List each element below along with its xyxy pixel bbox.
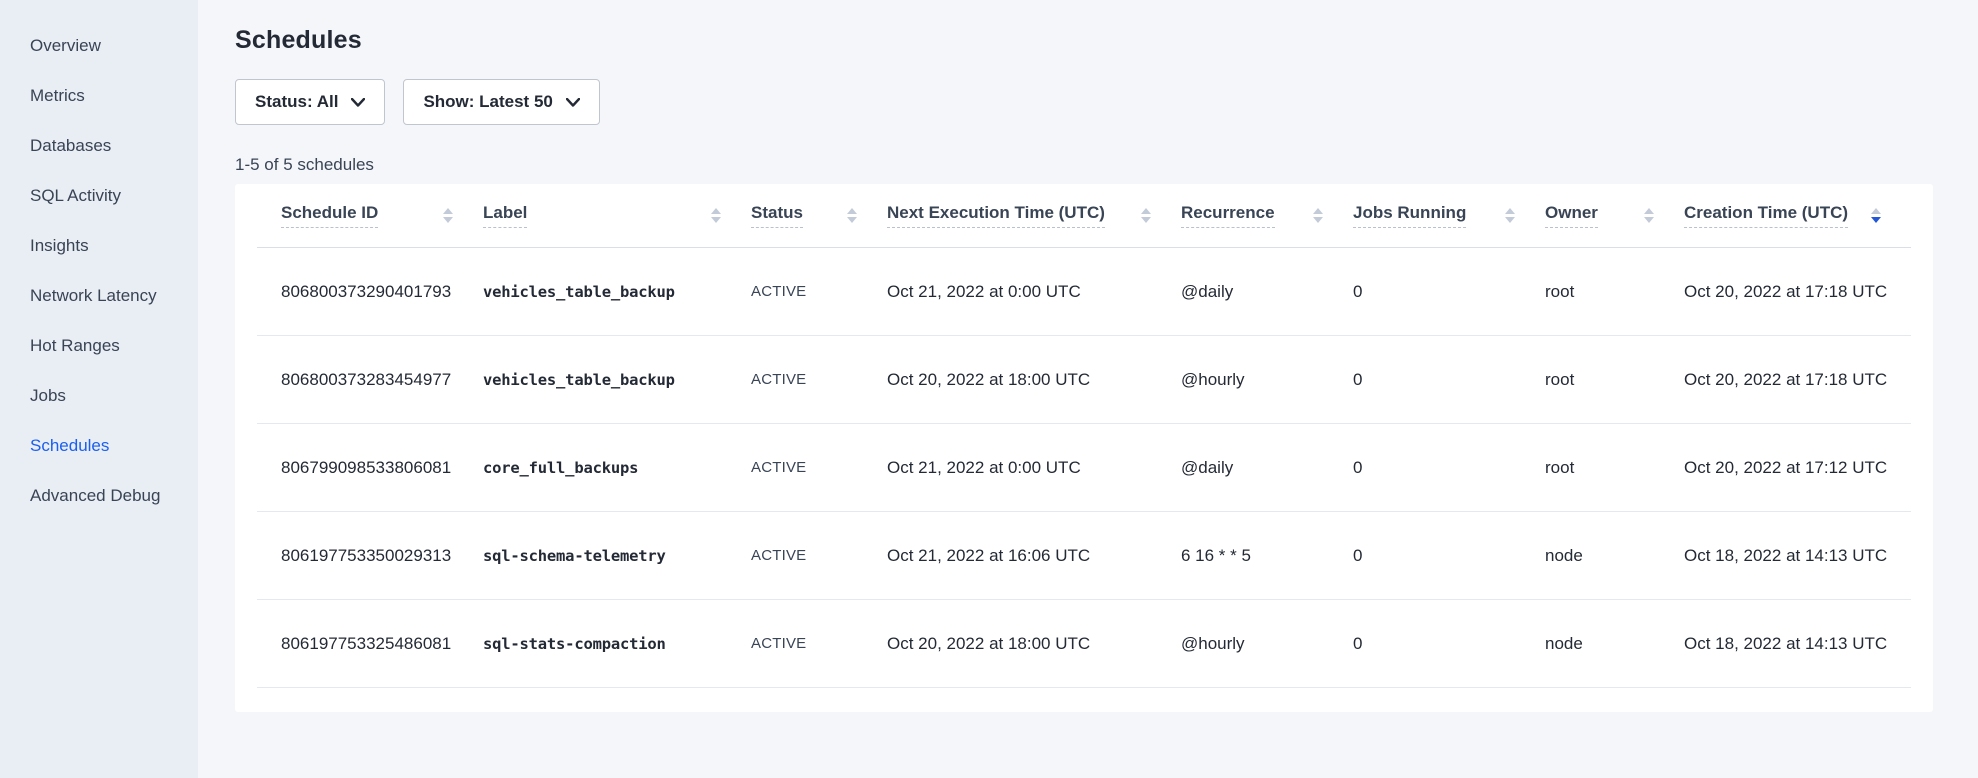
cell-owner: node xyxy=(1545,634,1684,654)
cell-creation-time: Oct 20, 2022 at 17:12 UTC xyxy=(1684,458,1911,478)
cell-next-execution: Oct 20, 2022 at 18:00 UTC xyxy=(887,634,1181,654)
cell-status: ACTIVE xyxy=(751,635,887,652)
schedules-page: OverviewMetricsDatabasesSQL ActivityInsi… xyxy=(0,0,1978,778)
column-header-label: Owner xyxy=(1545,203,1598,228)
sidebar: OverviewMetricsDatabasesSQL ActivityInsi… xyxy=(0,0,198,778)
cell-owner: root xyxy=(1545,282,1684,302)
cell-creation-time: Oct 20, 2022 at 17:18 UTC xyxy=(1684,282,1911,302)
column-header-label: Next Execution Time (UTC) xyxy=(887,203,1105,228)
cell-recurrence: 6 16 * * 5 xyxy=(1181,546,1353,566)
sidebar-item-hot-ranges[interactable]: Hot Ranges xyxy=(0,321,198,371)
filter-bar: Status: All Show: Latest 50 xyxy=(235,79,1934,125)
cell-recurrence: @daily xyxy=(1181,458,1353,478)
cell-schedule-id: 806197753325486081 xyxy=(257,634,483,654)
column-header-recurrence[interactable]: Recurrence xyxy=(1181,203,1353,228)
cell-recurrence: @hourly xyxy=(1181,634,1353,654)
cell-schedule-id: 806197753350029313 xyxy=(257,546,483,566)
cell-next-execution: Oct 21, 2022 at 0:00 UTC xyxy=(887,282,1181,302)
page-title: Schedules xyxy=(235,26,1934,55)
cell-schedule-id: 806800373283454977 xyxy=(257,370,483,390)
column-header-next-execution-time-utc[interactable]: Next Execution Time (UTC) xyxy=(887,203,1181,228)
status-filter-dropdown[interactable]: Status: All xyxy=(235,79,385,125)
sidebar-item-network-latency[interactable]: Network Latency xyxy=(0,271,198,321)
column-header-owner[interactable]: Owner xyxy=(1545,203,1684,228)
results-count: 1-5 of 5 schedules xyxy=(235,155,1934,175)
cell-jobs-running: 0 xyxy=(1353,282,1545,302)
cell-jobs-running: 0 xyxy=(1353,370,1545,390)
column-header-status[interactable]: Status xyxy=(751,203,887,228)
table-row: 806800373283454977vehicles_table_backupA… xyxy=(257,336,1911,424)
table-row: 806799098533806081core_full_backupsACTIV… xyxy=(257,424,1911,512)
cell-status: ACTIVE xyxy=(751,459,887,476)
cell-jobs-running: 0 xyxy=(1353,634,1545,654)
status-filter-label: Status: All xyxy=(255,92,338,112)
column-header-schedule-id[interactable]: Schedule ID xyxy=(257,203,483,228)
column-header-label: Jobs Running xyxy=(1353,203,1466,228)
cell-creation-time: Oct 18, 2022 at 14:13 UTC xyxy=(1684,634,1911,654)
cell-next-execution: Oct 21, 2022 at 0:00 UTC xyxy=(887,458,1181,478)
table-body: 806800373290401793vehicles_table_backupA… xyxy=(235,248,1933,688)
cell-creation-time: Oct 18, 2022 at 14:13 UTC xyxy=(1684,546,1911,566)
main-content: Schedules Status: All Show: Latest 50 1-… xyxy=(198,0,1978,778)
cell-label: sql-schema-telemetry xyxy=(483,547,751,565)
show-filter-label: Show: Latest 50 xyxy=(423,92,552,112)
chevron-down-icon xyxy=(351,98,365,107)
sort-arrows-icon xyxy=(1871,208,1881,223)
sort-arrows-icon xyxy=(711,208,721,223)
cell-label: vehicles_table_backup xyxy=(483,283,751,301)
cell-label: vehicles_table_backup xyxy=(483,371,751,389)
table-header-row: Schedule ID Label Status Next Execution Tim… xyxy=(257,184,1911,248)
cell-status: ACTIVE xyxy=(751,371,887,388)
cell-next-execution: Oct 21, 2022 at 16:06 UTC xyxy=(887,546,1181,566)
cell-status: ACTIVE xyxy=(751,283,887,300)
cell-schedule-id: 806799098533806081 xyxy=(257,458,483,478)
cell-owner: root xyxy=(1545,370,1684,390)
cell-jobs-running: 0 xyxy=(1353,458,1545,478)
sort-arrows-icon xyxy=(443,208,453,223)
table-row: 806197753350029313sql-schema-telemetryAC… xyxy=(257,512,1911,600)
cell-creation-time: Oct 20, 2022 at 17:18 UTC xyxy=(1684,370,1911,390)
column-header-label: Schedule ID xyxy=(281,203,378,228)
column-header-jobs-running[interactable]: Jobs Running xyxy=(1353,203,1545,228)
sort-arrows-icon xyxy=(1505,208,1515,223)
sidebar-item-databases[interactable]: Databases xyxy=(0,121,198,171)
sort-arrows-icon xyxy=(847,208,857,223)
cell-label: core_full_backups xyxy=(483,459,751,477)
cell-jobs-running: 0 xyxy=(1353,546,1545,566)
sidebar-item-metrics[interactable]: Metrics xyxy=(0,71,198,121)
cell-owner: root xyxy=(1545,458,1684,478)
cell-status: ACTIVE xyxy=(751,547,887,564)
sidebar-item-overview[interactable]: Overview xyxy=(0,21,198,71)
sidebar-item-schedules[interactable]: Schedules xyxy=(0,421,198,471)
column-header-label: Status xyxy=(751,203,803,228)
column-header-label: Label xyxy=(483,203,527,228)
sort-arrows-icon xyxy=(1644,208,1654,223)
chevron-down-icon xyxy=(566,98,580,107)
sidebar-item-advanced-debug[interactable]: Advanced Debug xyxy=(0,471,198,521)
cell-recurrence: @daily xyxy=(1181,282,1353,302)
table-row: 806800373290401793vehicles_table_backupA… xyxy=(257,248,1911,336)
cell-recurrence: @hourly xyxy=(1181,370,1353,390)
show-filter-dropdown[interactable]: Show: Latest 50 xyxy=(403,79,599,125)
schedules-table: Schedule ID Label Status Next Execution Tim… xyxy=(235,184,1933,712)
cell-owner: node xyxy=(1545,546,1684,566)
table-row: 806197753325486081sql-stats-compactionAC… xyxy=(257,600,1911,688)
sort-arrows-icon xyxy=(1141,208,1151,223)
sidebar-item-insights[interactable]: Insights xyxy=(0,221,198,271)
cell-next-execution: Oct 20, 2022 at 18:00 UTC xyxy=(887,370,1181,390)
column-header-label: Recurrence xyxy=(1181,203,1275,228)
sidebar-item-jobs[interactable]: Jobs xyxy=(0,371,198,421)
cell-label: sql-stats-compaction xyxy=(483,635,751,653)
column-header-label: Creation Time (UTC) xyxy=(1684,203,1848,228)
sort-arrows-icon xyxy=(1313,208,1323,223)
sidebar-item-sql-activity[interactable]: SQL Activity xyxy=(0,171,198,221)
column-header-creation-time-utc[interactable]: Creation Time (UTC) xyxy=(1684,203,1911,228)
cell-schedule-id: 806800373290401793 xyxy=(257,282,483,302)
column-header-label[interactable]: Label xyxy=(483,203,751,228)
